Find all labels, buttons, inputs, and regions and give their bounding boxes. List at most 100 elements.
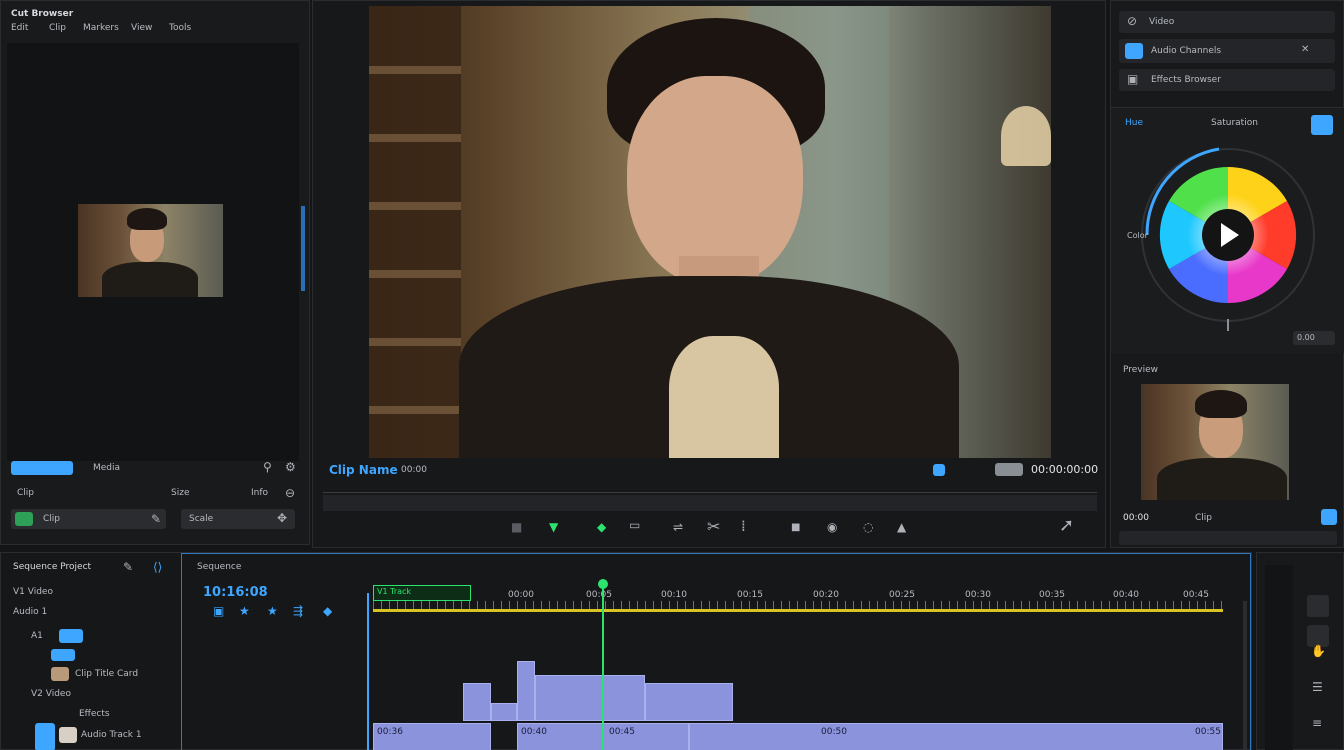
color-wheel[interactable] <box>1135 139 1321 331</box>
timeline-panel: Sequence Project ✎ ⟨⟩ V1 Video Audio 1 A… <box>0 552 1252 750</box>
preview-footer-bar[interactable] <box>1119 531 1337 545</box>
scale-field-value: Scale <box>189 514 214 524</box>
ruler-label-1: 00:05 <box>586 590 612 600</box>
audio-label-3: 00:50 <box>821 727 847 737</box>
menu-edit[interactable]: Edit <box>11 23 28 33</box>
timeline-timecode: 10:16:08 <box>203 585 268 600</box>
preview-clip: Clip <box>1195 513 1212 523</box>
menu-view[interactable]: View <box>131 23 152 33</box>
program-frame[interactable] <box>369 6 1051 458</box>
video-icon: ⊘ <box>1127 14 1138 28</box>
viewer-mode-button[interactable] <box>933 464 945 476</box>
row-effects-label: Effects Browser <box>1151 75 1221 85</box>
tool-transform-icon[interactable]: ⇶ <box>293 605 303 617</box>
playhead-handle[interactable] <box>598 579 608 589</box>
viewer-toggle-button[interactable] <box>995 463 1023 476</box>
sequence-label: Sequence <box>197 562 242 572</box>
tool-menu-icon[interactable]: ≡ <box>1312 717 1322 729</box>
menu-clip[interactable]: Clip <box>49 23 66 33</box>
media-tab-button[interactable] <box>11 461 73 475</box>
tool-select-icon[interactable]: ▣ <box>213 605 224 617</box>
audio-label-2: 00:45 <box>609 727 635 737</box>
video-clip-2[interactable] <box>491 703 517 721</box>
menu-markers[interactable]: Markers <box>83 23 119 33</box>
clip-field[interactable] <box>11 509 166 529</box>
source-scrollbar[interactable] <box>301 206 305 291</box>
tool-pointer-icon[interactable]: ◆ <box>323 605 332 617</box>
tool-grip-icon[interactable]: ☰ <box>1312 681 1323 693</box>
viewer-readout: 00:00:00:00 <box>1031 463 1099 476</box>
ruler-ticks <box>373 601 1223 609</box>
ruler-green-label: V1 Track <box>377 587 412 596</box>
preview-thumbnail[interactable] <box>1141 384 1289 500</box>
snap-icon[interactable]: ⟨⟩ <box>153 561 162 573</box>
link-icon[interactable]: ⊖ <box>285 487 295 499</box>
track-divider <box>367 593 369 750</box>
tool-favorite-icon[interactable]: ★ <box>267 605 278 617</box>
tool-button-1[interactable] <box>1307 595 1329 617</box>
track-a2-button[interactable] <box>51 649 75 661</box>
track-name-3: A1 <box>31 631 43 641</box>
ruler-label-5: 00:25 <box>889 590 915 600</box>
ruler[interactable]: V1 Track <box>373 585 1223 613</box>
ruler-label-7: 00:35 <box>1039 590 1065 600</box>
source-thumbnail[interactable] <box>78 204 223 297</box>
overwrite-icon[interactable]: ⇌ <box>673 521 683 533</box>
track-name-4: Clip Title Card <box>75 669 139 679</box>
viewer-marker-strip[interactable] <box>323 495 1097 511</box>
timeline-scrollbar[interactable] <box>1243 601 1247 750</box>
insert-icon[interactable]: ▭ <box>629 519 640 531</box>
lift-icon[interactable]: ▲ <box>897 521 906 533</box>
wheel-value: 0.00 <box>1297 333 1315 342</box>
row-video-label: Video <box>1149 17 1175 27</box>
move-icon[interactable]: ✥ <box>277 512 287 524</box>
track-solo-button[interactable] <box>59 629 83 643</box>
saturation-label: Saturation <box>1211 118 1258 128</box>
close-icon[interactable]: ✕ <box>1301 45 1309 55</box>
record-icon[interactable]: ◉ <box>827 521 837 533</box>
color-settings-button[interactable] <box>1311 115 1333 135</box>
program-viewer: Clip Name 00:00 00:00:00:00 ■ ▼ ◆ ▭ ⇌ ✂ … <box>312 0 1106 548</box>
ruler-label-2: 00:10 <box>661 590 687 600</box>
track-lock-button[interactable] <box>35 723 55 750</box>
viewer-scrub-bar[interactable] <box>323 487 1097 493</box>
video-clip-1[interactable] <box>463 683 491 721</box>
ruler-label-0: 00:00 <box>508 590 534 600</box>
razor-icon[interactable]: ✂ <box>707 519 720 535</box>
video-clip-4[interactable] <box>535 675 645 721</box>
loop-icon[interactable]: ◌ <box>863 521 873 533</box>
pen-icon[interactable]: ✎ <box>123 561 133 573</box>
inspector-panel: ⊘ Video Audio Channels ✕ ▣ Effects Brows… <box>1110 0 1344 548</box>
tool-star-icon[interactable]: ★ <box>239 605 250 617</box>
stop-icon[interactable]: ■ <box>791 523 800 533</box>
playhead-line[interactable] <box>602 583 604 750</box>
tool-hand-icon[interactable]: ✋ <box>1311 645 1326 657</box>
edit-icon[interactable]: ✎ <box>151 513 161 525</box>
ruler-baseline <box>373 609 1223 612</box>
bookshelf <box>369 6 461 458</box>
ruler-label-3: 00:15 <box>737 590 763 600</box>
settings-icon[interactable]: ⚙ <box>285 461 296 473</box>
row-label-size: Size <box>171 488 190 498</box>
audio-label-1: 00:40 <box>521 727 547 737</box>
audio-clip-3[interactable] <box>689 723 1223 750</box>
mark-out-icon[interactable]: ◆ <box>597 521 606 533</box>
track-thumb <box>51 667 69 681</box>
tool-strip: ✋ ☰ ≡ <box>1256 552 1344 750</box>
menu-tools[interactable]: Tools <box>169 23 191 33</box>
mark-in-icon[interactable]: ▼ <box>549 521 558 533</box>
preview-add-button[interactable] <box>1321 509 1337 525</box>
row-label-info: Info <box>251 488 269 498</box>
video-clip-3[interactable] <box>517 661 535 721</box>
wheel-label: Color <box>1127 231 1148 240</box>
split-icon[interactable]: ⁞ <box>741 519 746 534</box>
video-clip-5[interactable] <box>645 683 733 721</box>
ruler-label-6: 00:30 <box>965 590 991 600</box>
panel-title: Cut Browser <box>11 9 74 19</box>
filter-icon[interactable]: ⚲ <box>263 461 272 473</box>
ruler-label-4: 00:20 <box>813 590 839 600</box>
cursor-icon[interactable]: ➚ <box>1059 517 1074 535</box>
trim-start-icon[interactable]: ■ <box>511 521 522 533</box>
timeline-header: Sequence Project <box>13 562 92 572</box>
track-name-6: Effects <box>79 709 110 719</box>
